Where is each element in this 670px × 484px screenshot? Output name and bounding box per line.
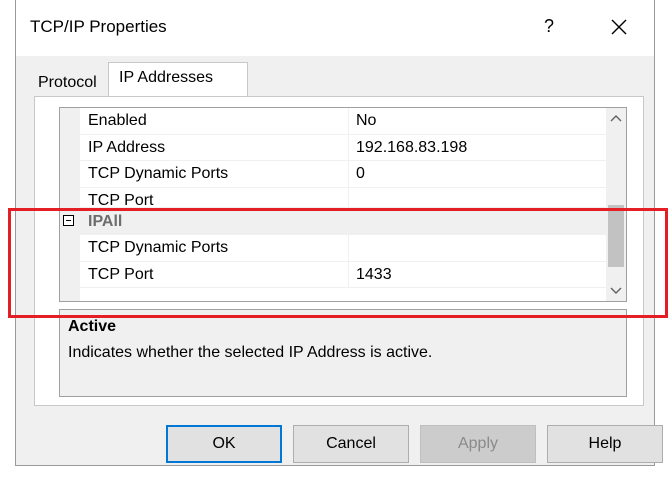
grid-row-ipall-tcp-port[interactable]: TCP Port 1433: [80, 261, 608, 288]
scrollbar-thumb[interactable]: [608, 205, 624, 267]
help-button[interactable]: Help: [547, 425, 663, 463]
description-title: Active: [68, 318, 117, 335]
column-divider: [348, 108, 349, 134]
property-value: 192.168.83.198: [356, 138, 468, 156]
grid-row-tcp-port[interactable]: TCP Port: [80, 187, 608, 208]
window-title: TCP/IP Properties: [30, 17, 167, 36]
property-value: 0: [356, 165, 365, 182]
grid-row-ipall-tcp-dynamic-ports[interactable]: TCP Dynamic Ports: [80, 235, 608, 262]
property-grid: Enabled No IP Address 192.168.83.198 TCP…: [59, 107, 627, 302]
close-icon: [611, 19, 627, 35]
tcpip-properties-dialog: TCP/IP Properties ? Protocol IP Addresse…: [15, 0, 663, 466]
property-name: TCP Dynamic Ports: [88, 239, 229, 256]
grid-row-enabled[interactable]: Enabled No: [80, 108, 608, 135]
ok-button[interactable]: OK: [166, 425, 282, 463]
property-name: TCP Dynamic Ports: [88, 165, 229, 182]
apply-button[interactable]: Apply: [420, 425, 536, 463]
tab-ip-addresses[interactable]: IP Addresses: [108, 62, 248, 97]
column-divider: [348, 235, 349, 261]
tab-protocol[interactable]: Protocol: [34, 70, 108, 96]
column-divider: [348, 161, 349, 187]
tab-strip: Protocol IP Addresses: [34, 62, 634, 97]
property-value: 1433: [356, 265, 392, 283]
column-divider: [348, 187, 349, 207]
grid-row-tcp-dynamic-ports[interactable]: TCP Dynamic Ports 0: [80, 161, 608, 188]
collapse-icon[interactable]: [63, 215, 74, 226]
property-name: Enabled: [88, 112, 147, 129]
category-label: IPAll: [88, 213, 123, 230]
description-text: Indicates whether the selected IP Addres…: [68, 344, 433, 361]
column-divider: [348, 261, 349, 287]
scroll-down-icon[interactable]: [606, 281, 626, 301]
property-name: TCP Port: [88, 191, 154, 208]
close-button[interactable]: [604, 12, 634, 42]
property-name: TCP Port: [88, 265, 154, 283]
cancel-button[interactable]: Cancel: [293, 425, 409, 463]
ip-addresses-panel: Enabled No IP Address 192.168.83.198 TCP…: [34, 96, 644, 406]
description-pane: Active Indicates whether the selected IP…: [59, 309, 627, 397]
scroll-up-icon[interactable]: [606, 108, 626, 128]
column-divider: [348, 134, 349, 160]
property-value: No: [356, 112, 377, 129]
grid-gutter: [60, 108, 80, 301]
category-ipall[interactable]: IPAll: [60, 208, 608, 235]
title-bar: TCP/IP Properties ?: [16, 0, 654, 56]
vertical-scrollbar[interactable]: [606, 108, 626, 301]
property-name: IP Address: [88, 138, 166, 156]
help-title-button[interactable]: ?: [536, 12, 562, 40]
grid-row-ip-address[interactable]: IP Address 192.168.83.198: [80, 134, 608, 161]
